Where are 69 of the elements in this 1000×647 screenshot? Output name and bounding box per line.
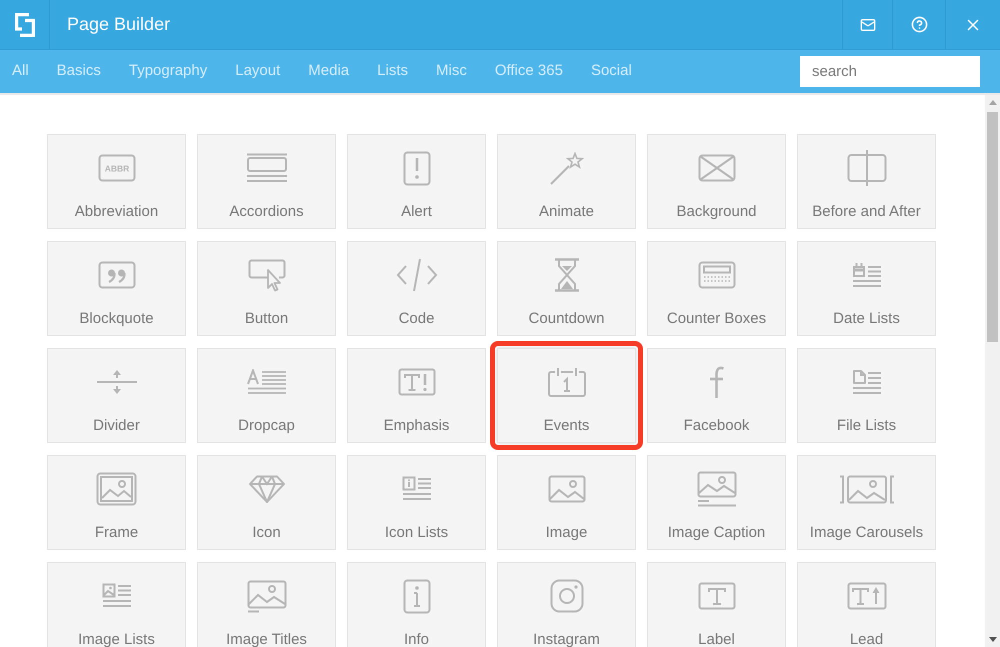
keypad-display-icon [698, 261, 736, 289]
calendar-icon [548, 367, 586, 397]
component-tile[interactable]: Facebook [647, 348, 786, 443]
component-tile[interactable]: Icon [197, 455, 336, 550]
scrollbar[interactable] [985, 95, 1000, 647]
scroll-down-arrow-icon[interactable] [988, 637, 996, 642]
mail-icon [860, 16, 876, 32]
component-tile[interactable]: Icon Lists [347, 455, 486, 550]
button-cursor-icon [248, 258, 286, 292]
info-icon [402, 578, 430, 614]
component-tile[interactable]: Alert [347, 134, 486, 229]
component-tile[interactable]: Button [197, 241, 336, 336]
component-tile[interactable]: Code [347, 241, 486, 336]
picture-carousel-icon [838, 474, 894, 504]
framed-picture-icon [96, 472, 137, 506]
component-tile[interactable]: Label [647, 562, 786, 647]
split-panel-icon [846, 150, 886, 186]
exclamation-box-icon [402, 150, 430, 186]
component-tile[interactable]: Info [347, 562, 486, 647]
picture-title-icon [246, 580, 286, 612]
component-tile[interactable]: Frame [47, 455, 186, 550]
scroll-thumb[interactable] [987, 112, 998, 342]
code-icon [396, 258, 438, 292]
facebook-icon [708, 365, 726, 399]
component-tile[interactable]: Background [647, 134, 786, 229]
text-emphasis-icon [398, 368, 436, 396]
component-tile[interactable]: Blockquote [47, 241, 186, 336]
divider-arrows-icon [96, 369, 136, 395]
component-tile[interactable]: Instagram [497, 562, 636, 647]
logo-icon [14, 12, 34, 36]
window-title: Page Builder [67, 13, 170, 36]
stacked-panels-icon [246, 153, 286, 183]
component-tile[interactable]: Animate [497, 134, 636, 229]
hourglass-icon [554, 258, 580, 292]
dropcap-icon [246, 369, 286, 395]
component-tile[interactable]: Image Caption [647, 455, 786, 550]
search-field[interactable]: search [800, 56, 980, 87]
text-size-icon [846, 582, 886, 610]
abbr-box-icon: ABBR [98, 154, 136, 182]
component-tile[interactable]: Before and After [797, 134, 936, 229]
quote-icon [98, 261, 136, 289]
component-tile[interactable]: Image [497, 455, 636, 550]
picture-caption-icon [696, 471, 736, 507]
magic-wand-icon [550, 152, 584, 184]
component-tile[interactable]: Emphasis [347, 348, 486, 443]
camera-icon [550, 579, 584, 613]
scroll-up-arrow-icon[interactable] [988, 100, 996, 105]
component-tile[interactable]: ABBR Abbreviation [47, 134, 186, 229]
component-tile[interactable]: File Lists [797, 348, 936, 443]
component-tile[interactable]: Image Lists [47, 562, 186, 647]
text-label-icon [698, 582, 736, 610]
envelope-icon [698, 154, 736, 182]
info-list-icon [402, 476, 432, 502]
document-list-icon [852, 369, 882, 395]
component-tile[interactable]: Image Carousels [797, 455, 936, 550]
diamond-icon [248, 475, 284, 503]
component-tile[interactable]: Image Titles [197, 562, 336, 647]
component-tile[interactable]: Dropcap [197, 348, 336, 443]
calendar-list-icon [852, 262, 882, 288]
component-tile[interactable]: Countdown [497, 241, 636, 336]
component-tile[interactable]: Divider [47, 348, 186, 443]
component-tile[interactable]: Lead [797, 562, 936, 647]
component-tile[interactable]: Accordions [197, 134, 336, 229]
picture-icon [548, 475, 586, 503]
component-tile[interactable]: Events [497, 348, 636, 443]
picture-list-icon [102, 583, 132, 609]
component-tile[interactable]: Date Lists [797, 241, 936, 336]
component-tile[interactable]: Counter Boxes [647, 241, 786, 336]
help-icon [910, 16, 928, 33]
